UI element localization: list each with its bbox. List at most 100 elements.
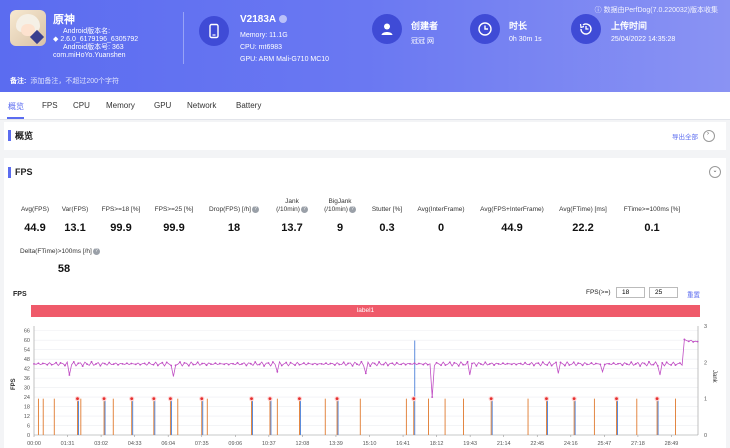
y-axis: 0 6 12 18 24 30 36 42 48 54 60 66 xyxy=(24,326,35,439)
y2-tick-label: 2 xyxy=(704,360,707,366)
fps-point xyxy=(502,362,504,365)
bigjank-marker xyxy=(250,397,253,401)
fps-point xyxy=(378,361,380,363)
fps-point xyxy=(462,363,465,366)
fps-point xyxy=(99,364,102,367)
fps-point xyxy=(373,362,376,365)
app-name: 原神 xyxy=(53,14,75,26)
metric-value: 0.3 xyxy=(379,222,395,234)
tab-network[interactable]: Network xyxy=(187,101,216,110)
fps-point xyxy=(683,338,686,341)
tab-overview[interactable]: 概览 xyxy=(8,101,24,112)
fps-point xyxy=(519,362,522,365)
x-tick-label: 03:02 xyxy=(94,441,108,447)
chevron-right-icon: › xyxy=(707,131,709,137)
fps-collapse-button[interactable]: ⌄ xyxy=(709,166,721,178)
fps-point xyxy=(687,340,690,343)
tab-battery[interactable]: Battery xyxy=(236,101,261,110)
bigjank-marker xyxy=(489,397,493,401)
note-label: 备注: xyxy=(10,78,27,85)
fps-point xyxy=(696,340,699,343)
fps-point xyxy=(550,364,553,367)
fps-point xyxy=(528,363,531,366)
note-placeholder[interactable]: 添加备注，不超过200个字符 xyxy=(30,78,119,85)
fps-point xyxy=(493,364,496,366)
fps-point xyxy=(165,361,168,364)
device-gpu: GPU: ARM Mali-G710 MC10 xyxy=(240,56,330,63)
metric-value: 44.9 xyxy=(501,222,523,234)
bigjank-marker xyxy=(655,397,659,401)
fps-point xyxy=(692,341,695,343)
fps-point xyxy=(311,363,314,366)
help-icon[interactable]: ? xyxy=(300,206,308,213)
fps-point xyxy=(143,362,146,365)
fps-point xyxy=(533,364,535,367)
bigjank-marker xyxy=(615,397,618,401)
fps-point xyxy=(196,361,199,364)
fps-threshold-input-1[interactable] xyxy=(616,287,645,298)
fps-threshold-input-2[interactable] xyxy=(649,287,678,298)
fps-point xyxy=(506,362,509,365)
fps-point xyxy=(320,362,323,365)
app-icon xyxy=(10,10,46,46)
x-tick-label: 10:37 xyxy=(262,441,276,447)
x-tick-label: 07:35 xyxy=(195,441,209,447)
metric-value: 22.2 xyxy=(572,222,594,234)
metric-label: FPS>=25 [%] xyxy=(154,206,194,213)
fps-point xyxy=(453,361,456,364)
x-tick-label: 22:45 xyxy=(530,441,544,447)
help-icon[interactable]: ? xyxy=(92,248,100,255)
info-icon: ⓘ xyxy=(594,7,602,14)
export-all-link[interactable]: 导出全部 xyxy=(672,131,698,141)
fps-point xyxy=(307,362,310,365)
metric-value: 44.9 xyxy=(24,222,46,234)
fps-panel-title: FPS xyxy=(15,167,33,177)
fps-point xyxy=(418,362,420,365)
fps-point xyxy=(391,362,394,365)
fps-point xyxy=(360,360,363,363)
y-tick-label: 30 xyxy=(24,386,30,392)
fps-threshold-label: FPS(>=) xyxy=(586,289,611,296)
x-tick-label: 24:16 xyxy=(564,441,578,447)
x-tick-label: 15:10 xyxy=(363,441,377,447)
metric-value: 58 xyxy=(57,263,71,275)
tab-cpu[interactable]: CPU xyxy=(73,101,90,110)
active-tab-indicator xyxy=(7,117,24,119)
x-tick-label: 04:33 xyxy=(128,441,142,447)
fps-point xyxy=(285,361,288,364)
metric-value: 99.9 xyxy=(163,222,185,234)
tab-gpu[interactable]: GPU xyxy=(154,101,171,110)
device-info-icon[interactable] xyxy=(279,15,288,24)
fps-point xyxy=(524,361,526,364)
fps-point xyxy=(612,362,615,364)
tab-fps[interactable]: FPS xyxy=(42,101,58,110)
fps-point xyxy=(422,363,425,366)
history-icon xyxy=(571,14,601,44)
y2-tick-label: 1 xyxy=(704,397,707,403)
help-icon[interactable]: ? xyxy=(348,206,356,213)
reset-button[interactable]: 重置 xyxy=(687,289,700,299)
note-field[interactable]: 备注: 添加备注，不超过200个字符 xyxy=(10,76,119,86)
upload-time-value: 25/04/2022 14:35:28 xyxy=(611,36,676,43)
y2-axis: 0 1 2 3 xyxy=(697,324,707,439)
fps-point xyxy=(333,364,336,366)
fps-point xyxy=(81,365,84,367)
x-tick-label: 19:43 xyxy=(463,441,477,447)
fps-point xyxy=(488,363,491,365)
y-tick-label: 36 xyxy=(24,376,30,382)
fps-point xyxy=(599,363,602,366)
fps-point xyxy=(249,362,252,365)
fps-point xyxy=(479,363,482,365)
help-icon[interactable]: ? xyxy=(251,206,259,213)
fps-point xyxy=(590,362,593,364)
app-package: com.miHoYo.Yuanshen xyxy=(53,52,126,59)
perfdog-version-note: ⓘ 数据由PerfDog(7.0.220032)版本收集 xyxy=(594,7,718,14)
overview-settings-button[interactable]: › xyxy=(703,130,715,142)
app-version-code: Android版本号: 363 xyxy=(63,44,124,51)
fps-point xyxy=(497,363,500,365)
fps-point xyxy=(608,362,611,365)
tab-memory[interactable]: Memory xyxy=(106,101,135,110)
metric-label: Jank (/10min)? xyxy=(270,198,314,214)
bigjank-marker xyxy=(102,397,106,401)
label-bar[interactable]: label1 xyxy=(31,305,700,317)
